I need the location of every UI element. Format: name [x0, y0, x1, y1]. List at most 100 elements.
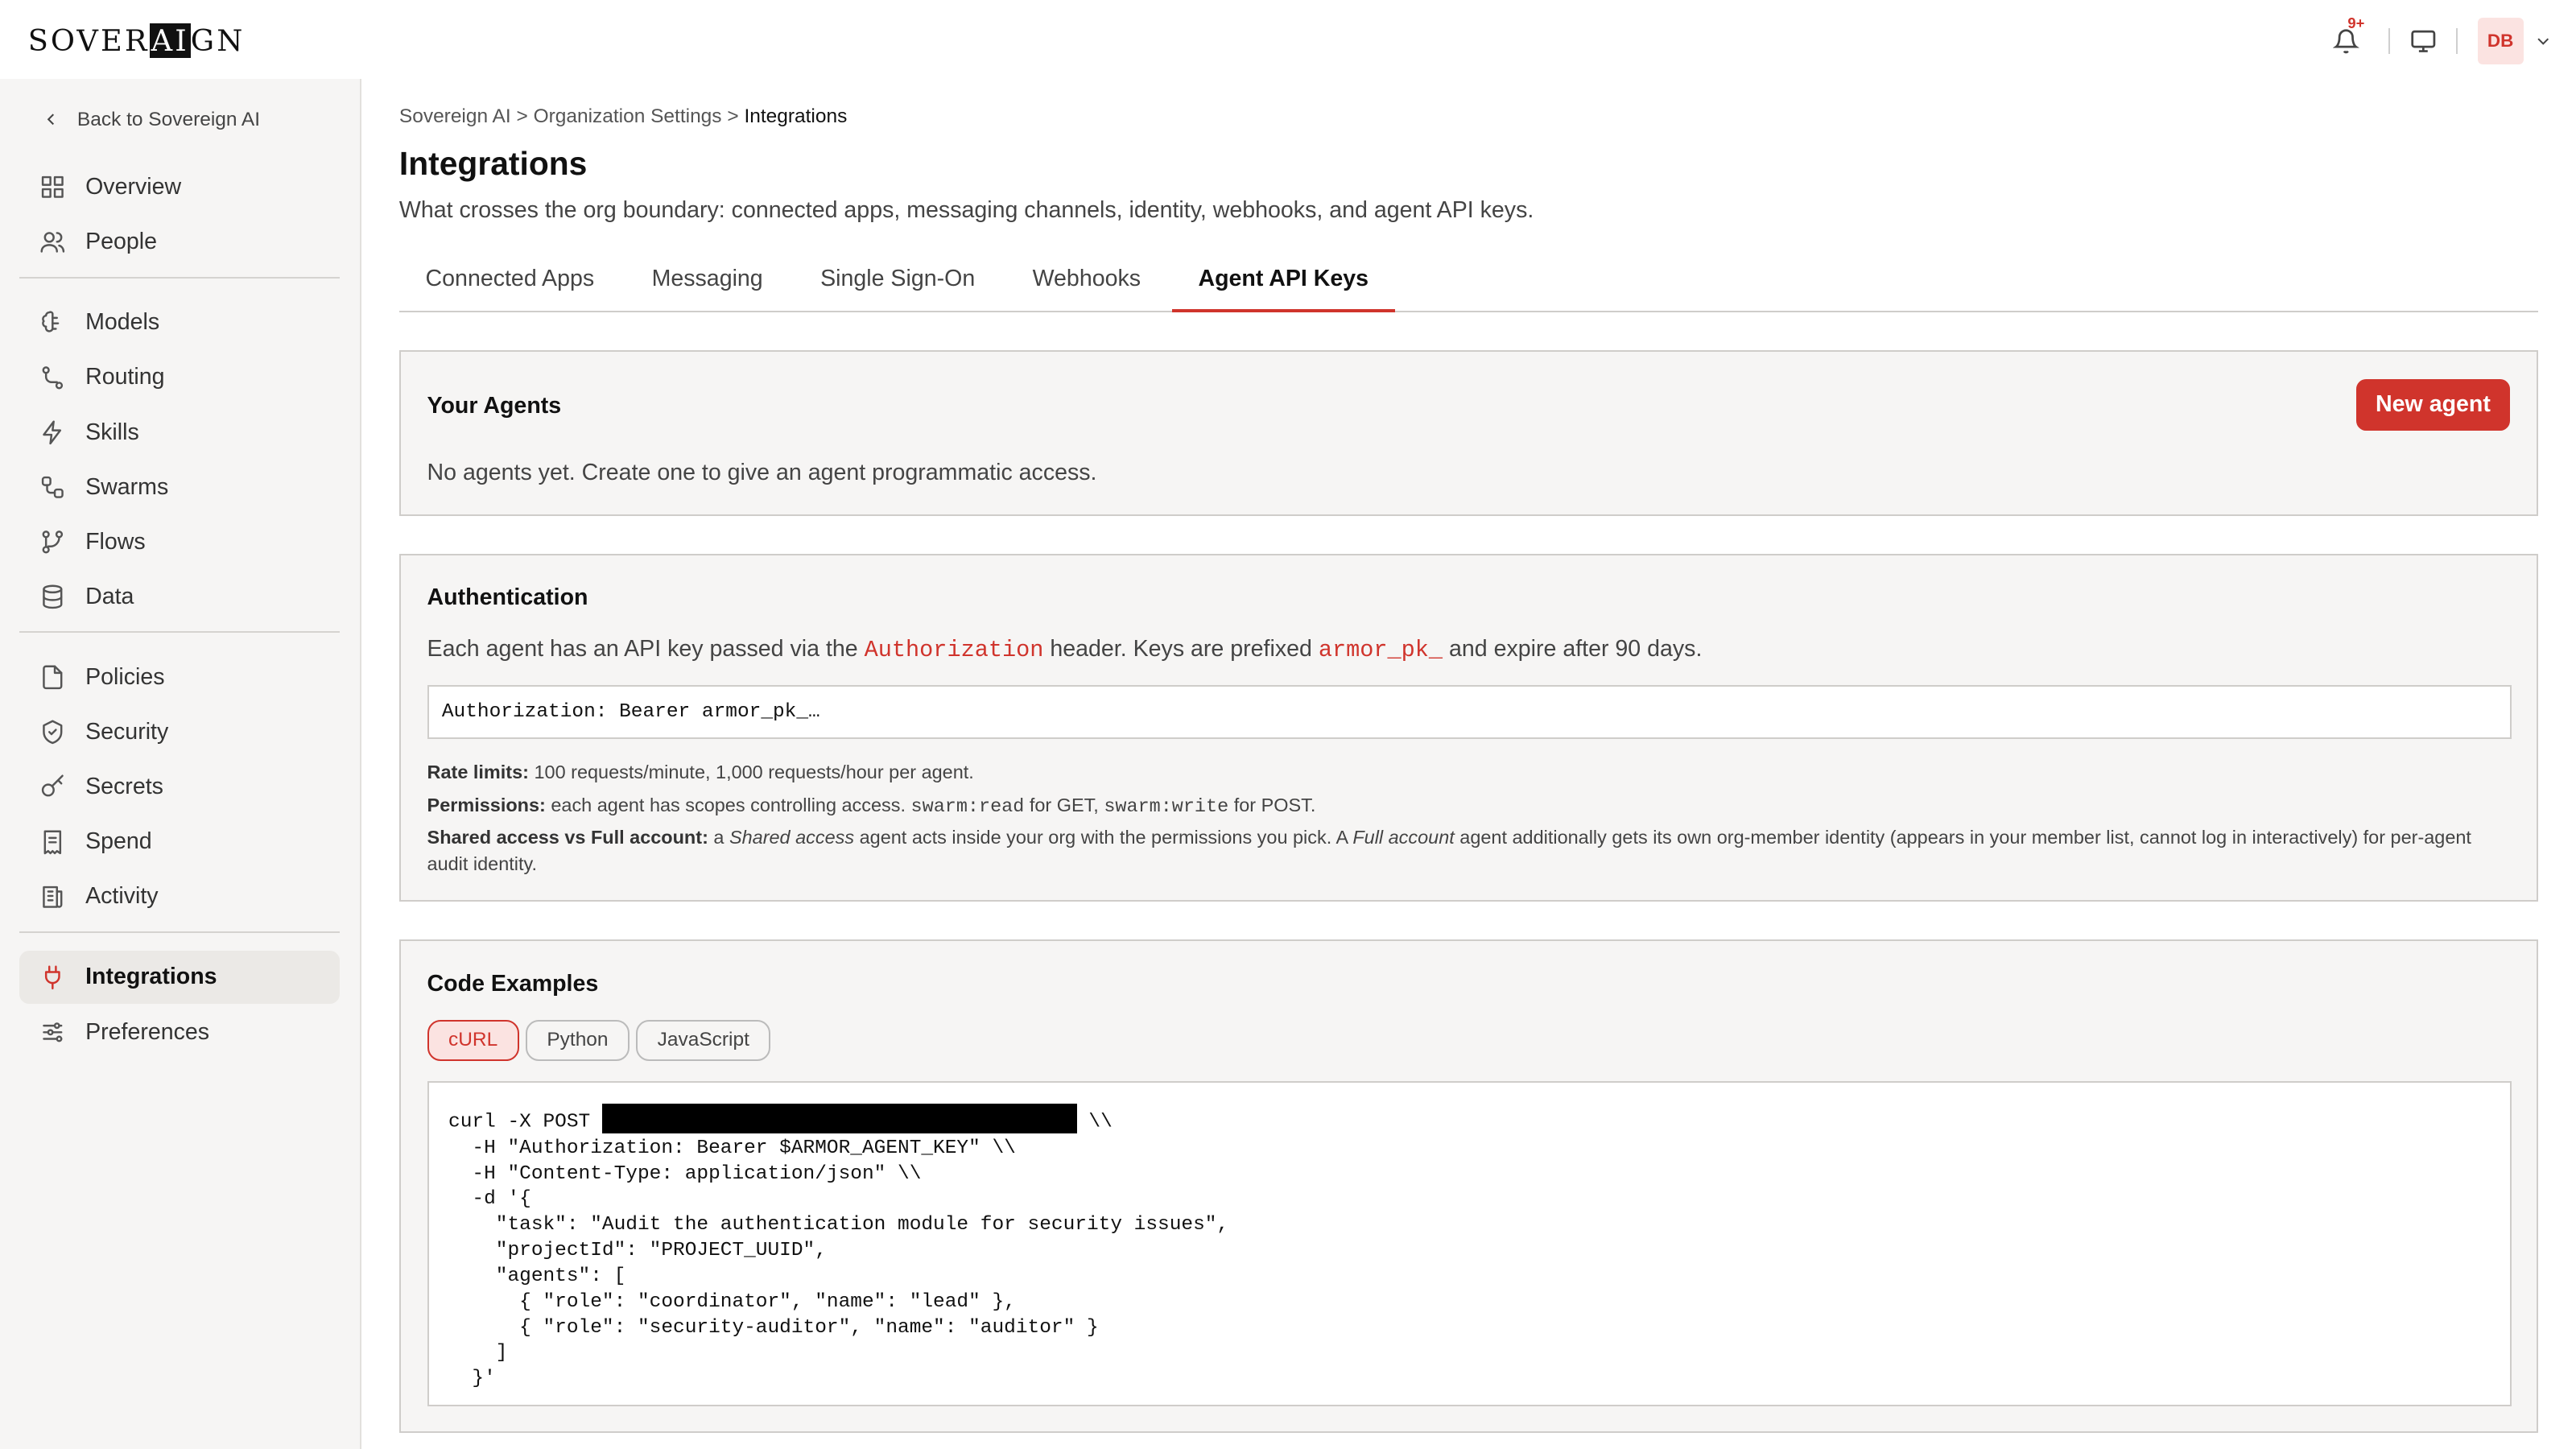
agents-card-title: Your Agents: [427, 392, 562, 419]
breadcrumb-org-settings[interactable]: Organization Settings: [534, 105, 722, 127]
divider: [2388, 27, 2391, 55]
authorization-code: Authorization: [864, 636, 1044, 663]
sidebar-item-activity[interactable]: Activity: [19, 870, 340, 923]
receipt-icon: [43, 830, 62, 854]
breadcrumb-root[interactable]: Sovereign AI: [399, 105, 511, 127]
sidebar-item-label: Policies: [85, 663, 165, 690]
display-button[interactable]: [2410, 28, 2437, 55]
auth-header-example[interactable]: Authorization: Bearer armor_pk_…: [427, 684, 2512, 740]
monitor-icon: [2411, 30, 2436, 52]
sidebar: Back to Sovereign AI Overview People Model…: [0, 78, 361, 1449]
brain-icon: [42, 311, 60, 333]
database-icon: [43, 584, 63, 609]
tab-single-sign-on[interactable]: Single Sign-On: [794, 253, 1001, 312]
authentication-description: Each agent has an API key passed via the…: [427, 635, 1703, 663]
sidebar-item-security[interactable]: Security: [19, 706, 340, 758]
sidebar-item-routing[interactable]: Routing: [19, 351, 340, 403]
plug-icon: [44, 965, 60, 989]
grid-icon: [41, 176, 64, 199]
code-examples-title: Code Examples: [427, 971, 599, 997]
agents-card: Your Agents New agent No agents yet. Cre…: [398, 349, 2539, 516]
sidebar-item-data[interactable]: Data: [19, 571, 340, 623]
sidebar-item-policies[interactable]: Policies: [19, 651, 340, 704]
route-icon: [42, 365, 64, 390]
permissions-note: Permissions: each agent has scopes contr…: [427, 794, 1316, 818]
branch-icon: [42, 530, 64, 554]
page-title: Integrations: [398, 144, 588, 182]
sidebar-item-label: Skills: [85, 419, 139, 445]
avatar[interactable]: DB: [2477, 18, 2524, 64]
lang-tab-javascript[interactable]: JavaScript: [636, 1020, 771, 1062]
code-body: -H "Authorization: Bearer $ARMOR_AGENT_K…: [472, 1137, 1229, 1390]
redacted-url: [601, 1104, 1077, 1134]
tab-messaging[interactable]: Messaging: [625, 253, 789, 312]
chevron-down-icon: [2537, 38, 2549, 45]
breadcrumb-current: Integrations: [744, 105, 848, 127]
sidebar-item-label: Data: [85, 583, 134, 609]
lang-tab-curl[interactable]: cURL: [427, 1020, 519, 1062]
swarm-icon: [41, 476, 64, 498]
page-subtitle: What crosses the org boundary: connected…: [398, 196, 1534, 223]
sidebar-item-label: Routing: [85, 364, 165, 390]
nav-divider: [19, 631, 341, 634]
lang-tab-python[interactable]: Python: [525, 1020, 630, 1062]
sidebar-item-swarms[interactable]: Swarms: [19, 461, 340, 514]
sidebar-item-label: Overview: [85, 174, 182, 200]
breadcrumb: Sovereign AI > Organization Settings > I…: [399, 105, 847, 128]
shared-access-note: Shared access vs Full account: a Shared …: [427, 827, 2471, 875]
code-examples-card: Code Examples cURL Python JavaScript curl …: [398, 939, 2539, 1433]
nav-divider: [19, 931, 341, 933]
chevron-left-icon: [47, 114, 55, 126]
bolt-icon: [43, 420, 62, 444]
sidebar-item-label: Models: [85, 309, 160, 336]
tab-connected-apps[interactable]: Connected Apps: [399, 253, 621, 312]
sidebar-item-overview[interactable]: Overview: [19, 161, 340, 213]
sidebar-item-secrets[interactable]: Secrets: [19, 761, 340, 813]
code-first-line: curl -X POST \\: [448, 1104, 2491, 1135]
notifications-button[interactable]: 9+: [2323, 14, 2369, 64]
sidebar-item-label: Security: [85, 719, 169, 745]
sliders-icon: [43, 1022, 63, 1042]
back-link-label: Back to Sovereign AI: [76, 108, 261, 130]
authentication-card: Authentication Each agent has an API key…: [398, 553, 2539, 902]
sidebar-item-integrations[interactable]: Integrations: [19, 951, 341, 1004]
sidebar-item-models[interactable]: Models: [19, 296, 340, 349]
sidebar-item-skills[interactable]: Skills: [19, 406, 340, 458]
breadcrumb-separator: >: [727, 105, 739, 127]
tab-bar: Connected Apps Messaging Single Sign-On Web…: [398, 253, 2539, 312]
rate-limits-note: Rate limits: 100 requests/minute, 1,000 …: [427, 761, 974, 782]
key-icon: [41, 774, 64, 797]
tab-webhooks[interactable]: Webhooks: [1006, 253, 1167, 312]
sidebar-item-label: Spend: [85, 828, 152, 855]
top-bar: SOVER AI GN 9+ DB: [0, 0, 2576, 79]
sidebar-nav: Overview People Models Routing Skills Swarms F…: [19, 161, 341, 1061]
document-icon: [43, 665, 63, 690]
agents-empty-message: No agents yet. Create one to give an age…: [427, 460, 1097, 486]
divider: [2456, 27, 2458, 55]
sidebar-item-label: Secrets: [85, 774, 163, 800]
sidebar-item-preferences[interactable]: Preferences: [19, 1005, 340, 1058]
sidebar-item-label: Flows: [85, 528, 146, 555]
notification-badge: 9+: [2347, 14, 2365, 32]
breadcrumb-separator: >: [516, 105, 528, 127]
new-agent-button[interactable]: New agent: [2355, 379, 2511, 431]
logo[interactable]: SOVER AI GN: [28, 23, 246, 58]
code-block[interactable]: curl -X POST \\ -H "Authorization: Beare…: [427, 1080, 2512, 1406]
log-icon: [43, 886, 63, 908]
back-link[interactable]: Back to Sovereign AI: [41, 109, 260, 131]
sidebar-item-flows[interactable]: Flows: [19, 516, 340, 568]
tab-agent-api-keys[interactable]: Agent API Keys: [1171, 253, 1395, 312]
sidebar-item-spend[interactable]: Spend: [19, 815, 340, 868]
sidebar-item-label: Integrations: [85, 964, 217, 990]
sidebar-item-label: Swarms: [85, 473, 169, 500]
prefix-code: armor_pk_: [1318, 636, 1443, 663]
language-selector: cURL Python JavaScript: [427, 1020, 778, 1062]
sidebar-item-label: People: [85, 229, 158, 255]
sidebar-item-label: Activity: [85, 883, 159, 910]
sidebar-item-people[interactable]: People: [19, 216, 340, 268]
shield-icon: [43, 720, 63, 745]
sidebar-item-label: Preferences: [85, 1018, 210, 1045]
people-icon: [40, 232, 65, 254]
authentication-card-title: Authentication: [427, 584, 588, 611]
user-menu-toggle[interactable]: [2533, 31, 2553, 51]
